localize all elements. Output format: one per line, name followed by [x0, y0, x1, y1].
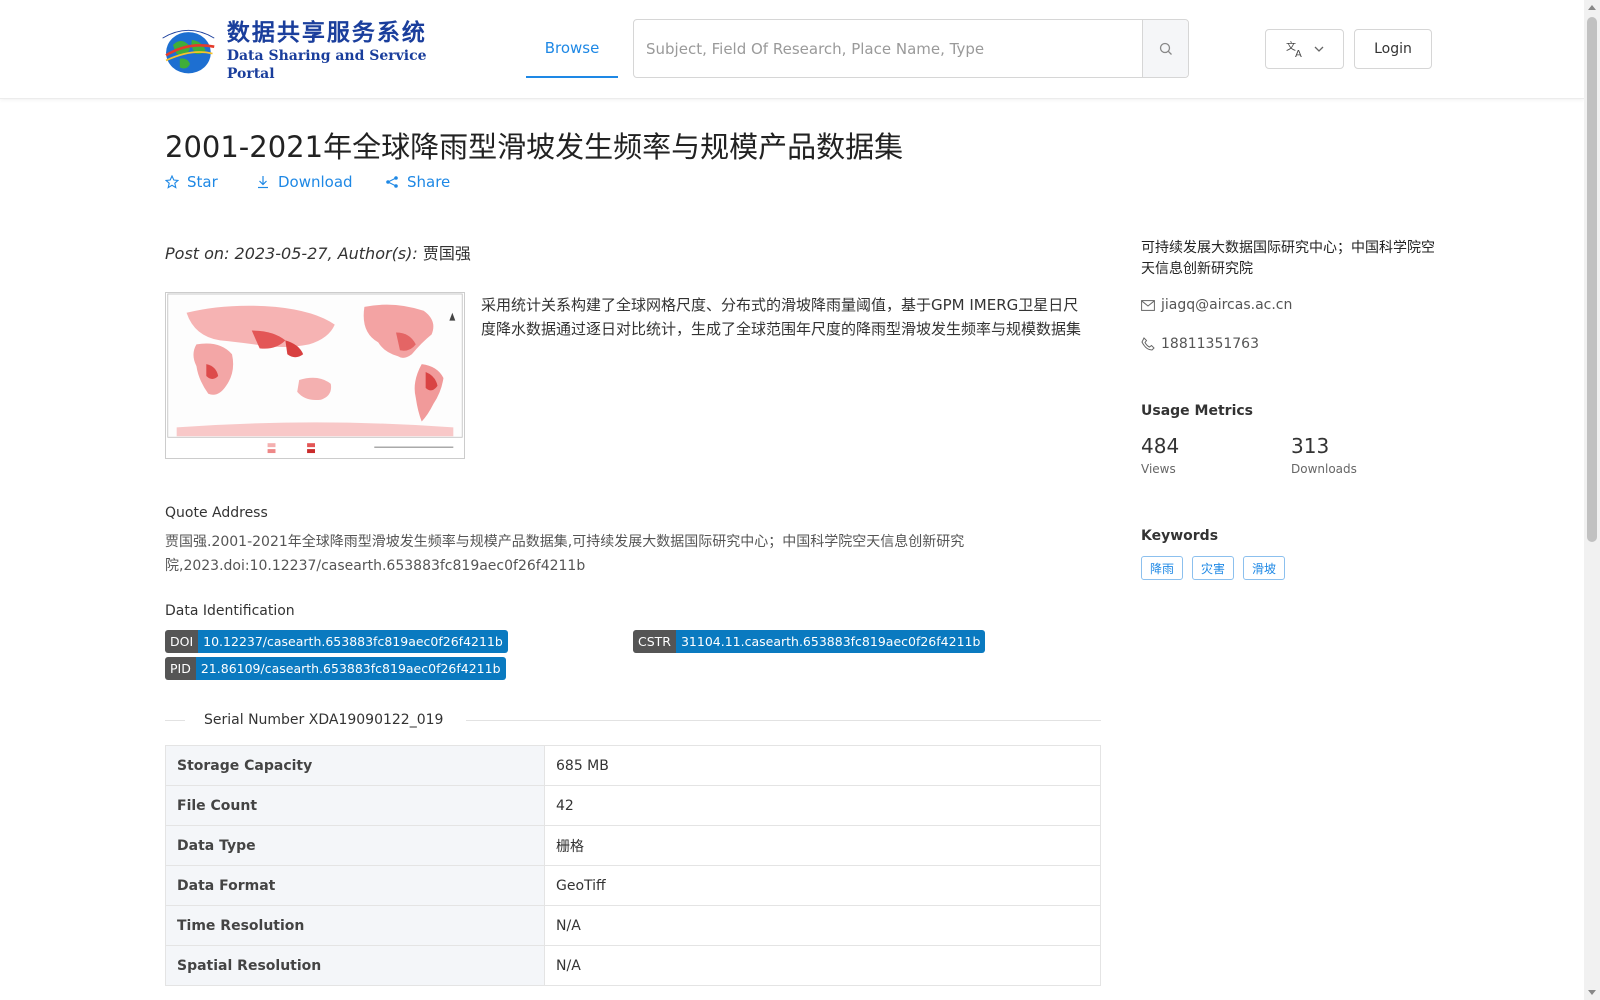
download-button[interactable]: Download	[256, 173, 385, 191]
share-label: Share	[407, 173, 451, 191]
views-label: Views	[1141, 462, 1176, 476]
property-key: Data Type	[165, 825, 545, 866]
usage-metrics-heading: Usage Metrics	[1141, 403, 1253, 419]
svg-text:A: A	[1295, 49, 1302, 58]
property-key: File Count	[165, 785, 545, 826]
table-row: File Count 42	[165, 785, 1101, 826]
dataset-map-thumbnail[interactable]	[165, 292, 465, 459]
pid-badge[interactable]: PID 21.86109/casearth.653883fc819aec0f26…	[165, 657, 506, 680]
contact-email[interactable]: jiagq@aircas.ac.cn	[1141, 297, 1292, 313]
email-text: jiagq@aircas.ac.cn	[1161, 297, 1293, 313]
star-icon	[165, 175, 179, 189]
phone-icon	[1141, 337, 1155, 351]
dataset-properties-table: Storage Capacity 685 MB File Count 42 Da…	[165, 745, 1101, 986]
keyword-list: 降雨 灾害 滑坡	[1141, 556, 1286, 580]
dataset-abstract: 采用统计关系构建了全球网格尺度、分布式的滑坡降雨量阈值，基于GPM IMERG卫…	[481, 296, 1082, 338]
serial-number: Serial Number XDA19090122_019	[204, 712, 444, 728]
table-row: Data Format GeoTiff	[165, 865, 1101, 906]
download-label: Download	[278, 173, 353, 191]
search-icon	[1159, 42, 1172, 55]
cstr-badge-key: CSTR	[633, 630, 676, 653]
pid-badge-value: 21.86109/casearth.653883fc819aec0f26f421…	[195, 657, 506, 680]
translate-icon: 文 A	[1286, 40, 1302, 58]
table-row: Storage Capacity 685 MB	[165, 745, 1101, 786]
downloads-count: 313	[1291, 434, 1330, 458]
keyword-tag[interactable]: 灾害	[1192, 556, 1235, 580]
property-value: N/A	[544, 945, 1101, 986]
star-label: Star	[187, 173, 218, 191]
doi-badge-key: DOI	[165, 630, 199, 653]
property-value: 栅格	[544, 825, 1101, 866]
keyword-tag[interactable]: 降雨	[1141, 556, 1184, 580]
cstr-badge-value: 31104.11.casearth.653883fc819aec0f26f421…	[675, 630, 986, 653]
keywords-heading: Keywords	[1141, 528, 1219, 544]
nav-browse-tab[interactable]: Browse	[526, 20, 618, 78]
chevron-down-icon	[1314, 46, 1323, 52]
download-icon	[258, 176, 268, 189]
property-value: N/A	[544, 905, 1101, 946]
scrollbar-thumb[interactable]	[1587, 17, 1597, 542]
serial-divider-left	[165, 720, 185, 721]
property-key: Time Resolution	[165, 905, 545, 946]
login-button[interactable]: Login	[1354, 29, 1432, 69]
serial-divider-right	[466, 720, 1101, 721]
doi-badge[interactable]: DOI 10.12237/casearth.653883fc819aec0f26…	[165, 630, 508, 653]
property-value: GeoTiff	[544, 865, 1101, 906]
search-button[interactable]	[1142, 20, 1188, 77]
property-value: 42	[544, 785, 1101, 826]
page-scrollbar[interactable]	[1584, 0, 1600, 1000]
post-date: Post on: 2023-05-27, Author(s):	[165, 244, 418, 263]
quote-address-label: Quote Address	[165, 505, 268, 521]
property-key: Storage Capacity	[165, 745, 545, 786]
views-count: 484	[1141, 434, 1180, 458]
author-name[interactable]: 贾国强	[423, 244, 471, 263]
data-identification-label: Data Identification	[165, 603, 295, 619]
views-metric: 484 Views	[1141, 434, 1179, 476]
site-logo[interactable]: 数据共享服务系统 Data Sharing and Service Portal	[154, 19, 444, 83]
doi-badge-value: 10.12237/casearth.653883fc819aec0f26f421…	[198, 630, 508, 653]
share-button[interactable]: Share	[385, 173, 450, 191]
star-button[interactable]: Star	[165, 173, 256, 191]
property-key: Data Format	[165, 865, 545, 906]
pid-badge-key: PID	[165, 657, 196, 680]
logo-text: 数据共享服务系统 Data Sharing and Service Portal	[227, 19, 444, 83]
scroll-up-arrow-icon[interactable]	[1588, 5, 1596, 10]
downloads-metric: 313 Downloads	[1291, 434, 1357, 476]
dataset-actions: Star Download Share	[165, 173, 450, 191]
globe-logo-icon	[162, 29, 215, 74]
phone-text: 18811351763	[1161, 336, 1259, 352]
post-info: Post on: 2023-05-27, Author(s): 贾国强	[165, 240, 471, 264]
property-value: 685 MB	[544, 745, 1101, 786]
quote-address-text: 贾国强.2001-2021年全球降雨型滑坡发生频率与规模产品数据集,可持续发展大…	[165, 534, 965, 574]
top-header: 数据共享服务系统 Data Sharing and Service Portal…	[0, 0, 1584, 99]
contact-phone[interactable]: 18811351763	[1141, 336, 1259, 352]
logo-title-en: Data Sharing and Service Portal	[226, 48, 427, 82]
share-icon	[386, 176, 398, 188]
table-row: Data Type 栅格	[165, 825, 1101, 866]
mail-icon	[1141, 299, 1155, 311]
page-title: 2001-2021年全球降雨型滑坡发生频率与规模产品数据集	[165, 130, 904, 164]
search-bar	[633, 19, 1189, 78]
keyword-tag[interactable]: 滑坡	[1243, 556, 1286, 580]
table-row: Spatial Resolution N/A	[165, 945, 1101, 986]
search-input[interactable]	[634, 20, 1142, 77]
downloads-label: Downloads	[1291, 462, 1357, 476]
language-switcher[interactable]: 文 A	[1265, 29, 1344, 69]
organization-name: 可持续发展大数据国际研究中心；中国科学院空天信息创新研究院	[1141, 240, 1435, 277]
table-row: Time Resolution N/A	[165, 905, 1101, 946]
scroll-down-arrow-icon[interactable]	[1588, 990, 1596, 995]
property-key: Spatial Resolution	[165, 945, 545, 986]
cstr-badge[interactable]: CSTR 31104.11.casearth.653883fc819aec0f2…	[633, 630, 986, 653]
logo-title-cn: 数据共享服务系统	[226, 20, 427, 46]
